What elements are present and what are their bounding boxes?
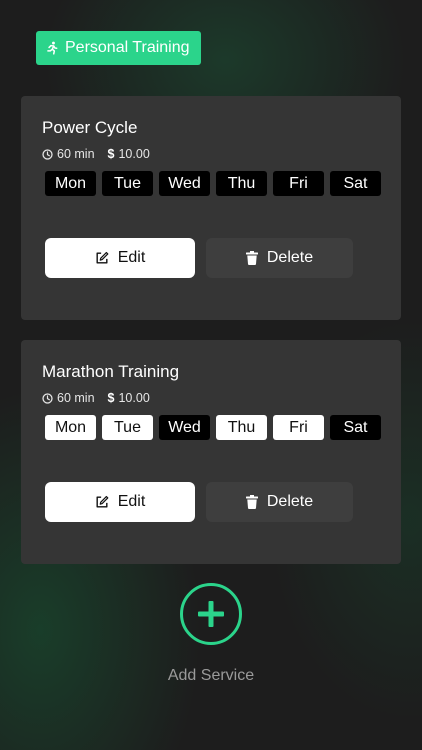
service-price: 10.00: [118, 147, 150, 161]
day-toggle-fri[interactable]: Fri: [273, 415, 324, 440]
clock-icon: [42, 392, 53, 404]
edit-button[interactable]: Edit: [45, 238, 195, 278]
day-toggle-wed[interactable]: Wed: [159, 415, 210, 440]
service-card-power-cycle: Power Cycle 60 min $ 10.00 Mon Tue Wed T…: [21, 96, 401, 320]
day-toggle-mon[interactable]: Mon: [45, 415, 96, 440]
add-service-button[interactable]: [180, 583, 242, 645]
clock-icon: [42, 148, 53, 160]
day-toggle-fri[interactable]: Fri: [273, 171, 324, 196]
delete-button[interactable]: Delete: [206, 238, 353, 278]
service-duration: 60 min: [57, 147, 95, 161]
edit-label: Edit: [117, 493, 146, 510]
service-duration: 60 min: [57, 391, 95, 405]
day-selector: Mon Tue Wed Thu Fri Sat: [45, 171, 381, 196]
service-title: Power Cycle: [42, 118, 138, 137]
service-meta: 60 min $ 10.00: [42, 147, 163, 161]
day-toggle-tue[interactable]: Tue: [102, 171, 153, 196]
service-meta: 60 min $ 10.00: [42, 391, 163, 405]
day-toggle-thu[interactable]: Thu: [216, 415, 267, 440]
day-toggle-sat[interactable]: Sat: [330, 171, 381, 196]
dollar-icon: $: [107, 147, 115, 161]
day-toggle-wed[interactable]: Wed: [159, 171, 210, 196]
plus-icon: [198, 601, 224, 627]
day-toggle-sat[interactable]: Sat: [330, 415, 381, 440]
edit-button[interactable]: Edit: [45, 482, 195, 522]
service-title: Marathon Training: [42, 362, 180, 381]
day-selector: Mon Tue Wed Thu Fri Sat: [45, 415, 381, 440]
category-label: Personal Training: [65, 39, 190, 56]
delete-button[interactable]: Delete: [206, 482, 353, 522]
edit-label: Edit: [117, 249, 146, 266]
trash-icon: [245, 495, 258, 509]
service-card-marathon-training: Marathon Training 60 min $ 10.00 Mon Tue…: [21, 340, 401, 564]
day-toggle-thu[interactable]: Thu: [216, 171, 267, 196]
day-toggle-mon[interactable]: Mon: [45, 171, 96, 196]
service-price: 10.00: [118, 391, 150, 405]
add-service: Add Service: [0, 583, 422, 685]
running-person-icon: [45, 41, 59, 55]
delete-label: Delete: [266, 249, 314, 266]
day-toggle-tue[interactable]: Tue: [102, 415, 153, 440]
trash-icon: [245, 251, 258, 265]
category-badge[interactable]: Personal Training: [36, 31, 201, 65]
dollar-icon: $: [107, 391, 115, 405]
edit-icon: [95, 495, 109, 509]
edit-icon: [95, 251, 109, 265]
add-service-label[interactable]: Add Service: [168, 667, 254, 685]
delete-label: Delete: [266, 493, 314, 510]
